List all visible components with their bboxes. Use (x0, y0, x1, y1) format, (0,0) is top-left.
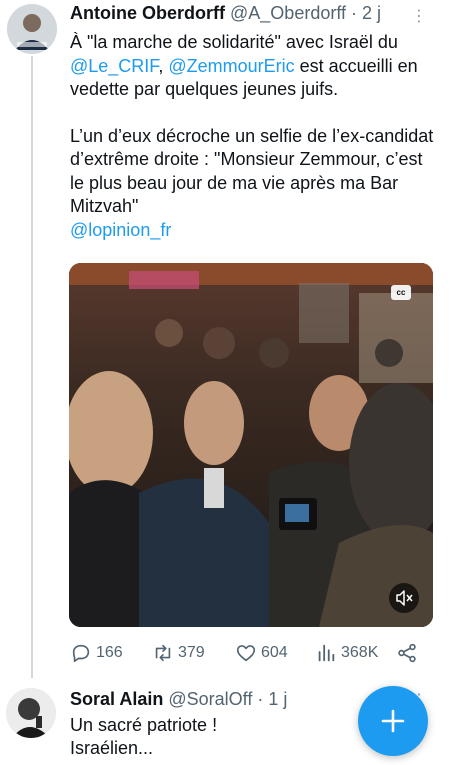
share-icon (398, 643, 416, 663)
mute-icon[interactable] (389, 583, 419, 613)
plus-icon (381, 709, 405, 733)
tweet-text-part: L’un d’eux décroche un selfie de l’ex-ca… (70, 125, 434, 217)
cc-icon[interactable]: cc (391, 285, 411, 300)
tweet-header: Soral Alain @SoralOff · 1 j (70, 689, 287, 710)
tweet-text-part: , (158, 55, 169, 76)
tweet-text-line: Un sacré patriote ! (70, 715, 218, 735)
like-count: 604 (261, 644, 288, 661)
tweet-text-part: À "la marche de solidarité" avec Israël … (70, 32, 398, 52)
retweet-count: 379 (178, 644, 205, 661)
tweet-time[interactable]: · 2 j (351, 3, 381, 23)
avatar[interactable] (7, 4, 57, 54)
author-handle[interactable]: @A_Oberdorff (230, 3, 346, 23)
mention-link[interactable]: @lopinion_fr (70, 220, 171, 240)
views-icon (318, 644, 335, 662)
avatar[interactable] (6, 688, 56, 738)
retweet-icon (155, 644, 171, 662)
author-name[interactable]: Soral Alain (70, 689, 163, 709)
mention-link[interactable]: @ZemmourEric (168, 56, 294, 76)
compose-button[interactable] (358, 686, 428, 756)
retweet-button[interactable]: 379 (152, 642, 205, 664)
like-button[interactable]: 604 (235, 642, 288, 664)
views-button[interactable]: 368K (315, 642, 378, 664)
video-player[interactable]: cc (69, 263, 433, 627)
author-name[interactable]: Antoine Oberdorff (70, 3, 225, 23)
more-options-icon[interactable]: ⋮ (411, 6, 428, 26)
tweet-header: Antoine Oberdorff @A_Oberdorff · 2 j (70, 3, 430, 24)
view-count: 368K (341, 644, 379, 661)
tweet-actions: 166 379 604 368K (70, 642, 436, 668)
heart-icon (236, 645, 256, 662)
video-frame (69, 263, 433, 627)
reply-icon (72, 644, 90, 663)
thread-line (31, 56, 33, 678)
tweet-text: Un sacré patriote ! Israélien... (70, 714, 217, 760)
tweet-text-line: Israélien... (70, 738, 154, 758)
mention-link[interactable]: @Le_CRIF (70, 56, 158, 76)
reply-button[interactable]: 166 (70, 642, 123, 664)
reply-count: 166 (96, 644, 123, 661)
author-handle[interactable]: @SoralOff (168, 689, 252, 709)
tweet-text: À "la marche de solidarité" avec Israël … (70, 31, 438, 242)
share-button[interactable] (396, 642, 422, 664)
tweet-time[interactable]: · 1 j (257, 689, 287, 709)
